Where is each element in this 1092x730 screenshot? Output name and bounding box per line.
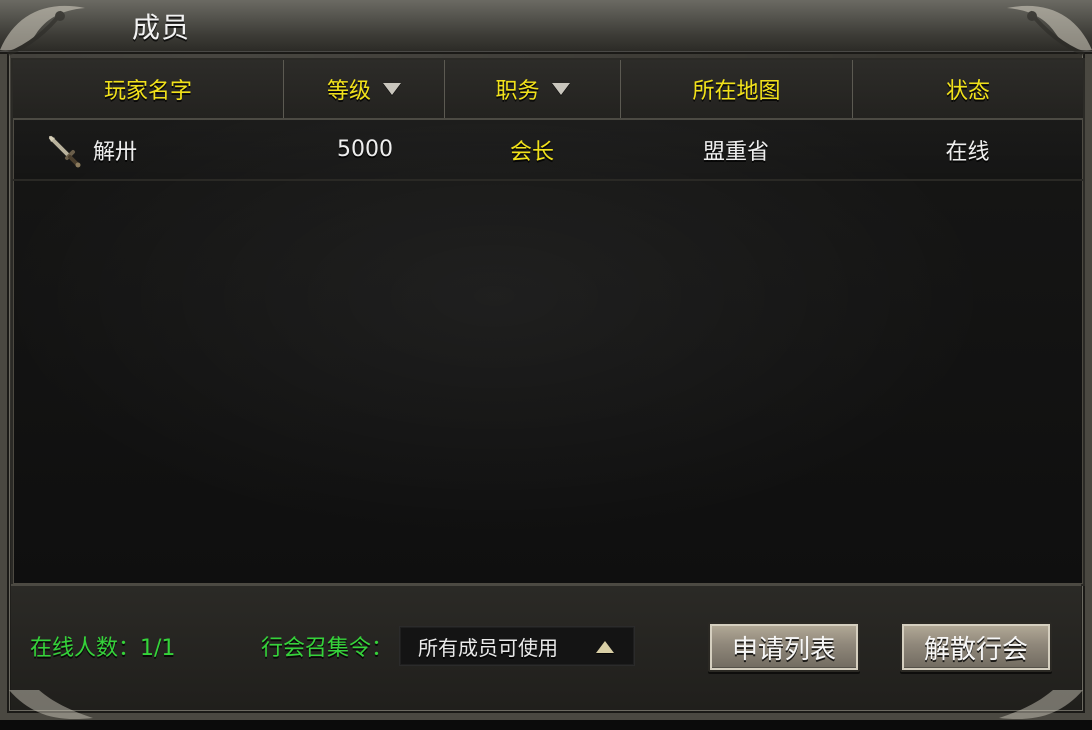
table-row[interactable]: 解卅 5000 会长 盟重省 在线 [13, 120, 1083, 181]
header-status: 状态 [852, 60, 1083, 118]
dragon-corner-ornament-right-icon [1007, 5, 1092, 56]
members-table-header: 玩家名字 等级 职务 所在地图 状态 [13, 60, 1083, 120]
header-role[interactable]: 职务 [444, 60, 620, 118]
sword-icon [49, 136, 81, 168]
header-status-label: 状态 [945, 79, 990, 104]
header-map-label: 所在地图 [692, 79, 781, 104]
header-level-label: 等级 [326, 79, 371, 104]
sort-caret-down-icon[interactable] [383, 83, 401, 95]
header-role-label: 职务 [495, 79, 540, 104]
guild-members-window: 成员 玩家名字 等级 职务 所在地图 状态 解卅 5000 会长 盟重省 在线 … [0, 0, 1092, 720]
members-panel: 玩家名字 等级 职务 所在地图 状态 解卅 5000 会长 盟重省 在线 [11, 58, 1085, 586]
header-player-name: 玩家名字 [13, 60, 283, 118]
sort-caret-down-icon[interactable] [551, 83, 570, 95]
header-player-name-label: 玩家名字 [103, 79, 192, 104]
members-footer: 在线人数：1/1 行会召集令： 所有成员可使用 申请列表 解散行会 [9, 584, 1083, 720]
disband-guild-button[interactable]: 解散行会 [900, 622, 1052, 672]
title-bar: 成员 [0, 0, 1092, 56]
header-map: 所在地图 [620, 60, 852, 118]
member-status: 在线 [945, 139, 990, 165]
application-list-button[interactable]: 申请列表 [708, 622, 860, 672]
corner-ornament-bottom-right-icon [999, 690, 1083, 720]
member-level: 5000 [337, 137, 393, 162]
corner-ornament-bottom-left-icon [9, 690, 93, 720]
member-role: 会长 [509, 139, 554, 165]
member-map: 盟重省 [702, 139, 769, 165]
dragon-corner-ornament-left-icon [0, 5, 85, 56]
member-name: 解卅 [93, 139, 138, 165]
rally-order-label: 行会召集令： [261, 636, 394, 661]
caret-up-icon[interactable] [596, 641, 614, 653]
rally-order-dropdown-value: 所有成员可使用 [418, 635, 558, 660]
rally-order-dropdown[interactable]: 所有成员可使用 [399, 626, 635, 666]
online-count-label: 在线人数：1/1 [30, 636, 176, 661]
window-title: 成员 [132, 11, 191, 44]
header-level[interactable]: 等级 [283, 60, 444, 118]
